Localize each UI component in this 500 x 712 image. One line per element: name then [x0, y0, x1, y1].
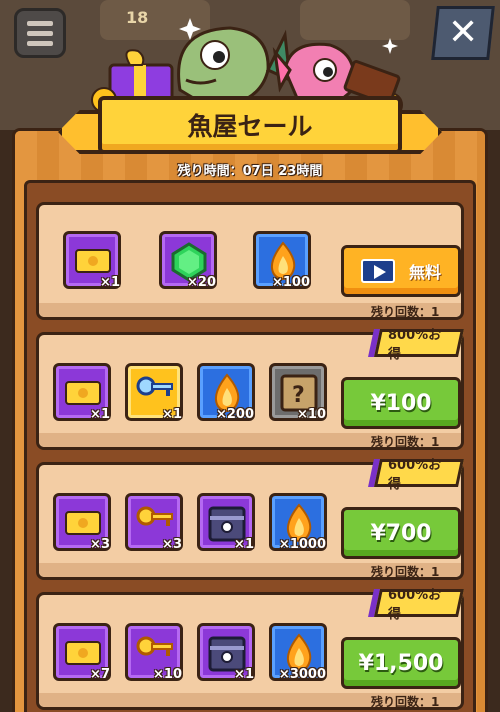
offer-item: ×1 [125, 363, 183, 422]
offer-item: ×20 [159, 231, 217, 290]
offer-item: ×3000 [269, 623, 327, 682]
offer-item: ×7 [53, 623, 111, 682]
offer-item: ×1 [53, 363, 111, 422]
menu-button[interactable] [14, 8, 66, 58]
remaining-count: 残り回数：1 [371, 695, 440, 709]
buy-price: 無料 [408, 263, 441, 282]
buy-button[interactable]: ¥700 [341, 507, 461, 559]
remaining-count: 残り回数：1 [371, 435, 440, 449]
remaining-count: 残り回数：1 [371, 305, 440, 319]
close-icon: ✕ [447, 12, 479, 53]
discount-badge: 600%お得 [374, 588, 464, 622]
svg-text:?: ? [292, 383, 305, 408]
offer-item: ×1000 [269, 493, 327, 552]
buy-price: ¥700 [370, 520, 432, 546]
item-quantity: ×3 [162, 537, 182, 552]
offer-item: ×10 [125, 623, 183, 682]
item-quantity: ×1 [234, 537, 254, 552]
discount-badge: 600%お得 [374, 458, 464, 492]
close-button[interactable]: ✕ [431, 6, 495, 60]
remaining-time: 残り時間：07日 23時間 [177, 164, 323, 179]
item-quantity: ×200 [215, 407, 254, 422]
item-quantity: ×1 [100, 275, 120, 290]
offer-row: ×7 ×10 ×1 ×3000 600%お得 ¥1,500 残り回数：1 [36, 588, 464, 710]
item-quantity: ×1000 [278, 537, 326, 552]
offer-item: ×3 [53, 493, 111, 552]
sale-title: 魚屋セール [187, 112, 313, 141]
offer-item: ×3 [125, 493, 183, 552]
offer-item: ×200 [197, 363, 255, 422]
buy-price: ¥100 [370, 390, 432, 416]
sale-title-banner: 魚屋セール [98, 96, 402, 154]
item-quantity: ×1 [234, 667, 254, 682]
offer-item: ×100 [253, 231, 311, 290]
item-quantity: ×20 [187, 275, 216, 290]
item-quantity: ×10 [297, 407, 326, 422]
offer-row: ×1 ×20 ×100 無料 残り回数：1 [36, 202, 464, 320]
item-quantity: ×3000 [278, 667, 326, 682]
offer-item: ×1 [197, 623, 255, 682]
item-quantity: ×3 [90, 537, 110, 552]
video-ad-icon [360, 259, 395, 283]
discount-badge: 800%お得 [374, 328, 464, 362]
buy-button[interactable]: ¥1,500 [341, 637, 461, 689]
item-quantity: ×7 [90, 667, 110, 682]
remaining-count: 残り回数：1 [371, 565, 440, 579]
buy-price: ¥1,500 [358, 650, 444, 676]
watch-ad-free-button[interactable]: 無料 [341, 245, 461, 297]
offer-item: ? ×10 [269, 363, 327, 422]
offer-item: ×1 [197, 493, 255, 552]
item-quantity: ×1 [90, 407, 110, 422]
item-quantity: ×10 [153, 667, 182, 682]
offer-row: ×3 ×3 ×1 ×1000 600%お得 ¥700 残り回数：1 [36, 458, 464, 580]
buy-button[interactable]: ¥100 [341, 377, 461, 429]
offer-item: ×1 [63, 231, 121, 290]
offer-row: ×1 ×1 ×200 ? ×10 800%お得 ¥100 残り回数：1 [36, 328, 464, 450]
item-quantity: ×100 [271, 275, 310, 290]
item-quantity: ×1 [162, 407, 182, 422]
